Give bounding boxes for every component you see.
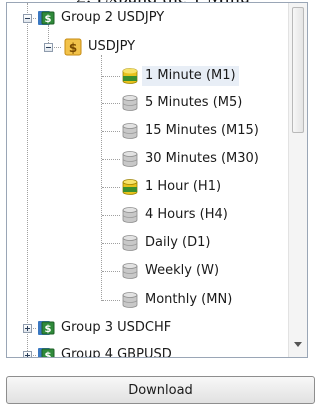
timeframe-label: Weekly (W) [145,263,220,278]
tree-connector [102,76,120,77]
tree-connector [102,243,120,244]
group-money-icon: $ [38,11,55,25]
database-yellow-icon [122,68,138,84]
tree-guide-line-symbol [101,55,102,301]
database-yellow-icon [122,179,138,195]
expand-toggle-group-3[interactable] [23,324,32,333]
tree-connector [102,159,120,160]
scrollbar-thumb[interactable] [292,7,304,133]
tree-connector [102,103,120,104]
tree-item-timeframe-m5[interactable]: 5 Minutes (M5) [121,91,245,115]
scroll-down-arrow-icon[interactable] [294,342,302,347]
svg-text:$: $ [69,41,77,55]
timeframe-label: Daily (D1) [145,235,211,250]
tree-item-timeframe-h1[interactable]: 1 Hour (H1) [121,175,224,199]
database-gray-icon [122,207,138,223]
svg-text:$: $ [45,14,52,25]
svg-text:$: $ [45,324,52,335]
tree-item-group-2[interactable]: $ Group 2 USDJPY [37,6,167,30]
tree-connector [102,187,120,188]
database-gray-icon [122,151,138,167]
timeframe-label: 5 Minutes (M5) [145,95,243,110]
tree-item-timeframe-m1[interactable]: 1 Minute (M1) [121,64,239,88]
tree-item-timeframe-m30[interactable]: 30 Minutes (M30) [121,147,262,171]
vertical-scrollbar[interactable] [288,3,307,357]
database-gray-icon [122,95,138,111]
dollar-icon: $ [64,38,82,56]
timeframe-label: 30 Minutes (M30) [145,151,259,166]
tree-connector [102,300,120,301]
history-center-panel: 2. Expand the 1 Minu $ Group 2 USDJPY [0,0,326,408]
group-3-label: Group 3 USDCHF [61,320,172,335]
group-4-label: Group 4 GBPUSD [61,347,172,357]
tree-item-symbol-usdjpy[interactable]: $ USDJPY [64,35,138,59]
tree-item-timeframe-m15[interactable]: 15 Minutes (M15) [121,119,262,143]
database-gray-icon [122,292,138,308]
group-2-label: Group 2 USDJPY [61,10,165,25]
timeframe-label: 4 Hours (H4) [145,207,228,222]
tree-connector [102,131,120,132]
tree-item-group-4[interactable]: $ Group 4 GBPUSD [37,343,175,357]
timeframe-label: Monthly (MN) [145,292,233,307]
svg-text:$: $ [45,351,52,357]
timeframe-label: 1 Hour (H1) [145,179,222,194]
download-button[interactable]: Download [6,376,315,404]
database-gray-icon [122,123,138,139]
collapse-toggle-group-2[interactable] [23,14,32,23]
database-gray-icon [122,263,138,279]
tree-content: $ Group 2 USDJPY $ USDJPY 1 Minute (M1) … [7,3,289,357]
tree-item-timeframe-h4[interactable]: 4 Hours (H4) [121,203,231,227]
database-gray-icon [122,235,138,251]
expand-toggle-group-4[interactable] [23,351,32,357]
tree-item-timeframe-mn[interactable]: Monthly (MN) [121,288,235,312]
tree-connector [102,215,120,216]
symbol-label: USDJPY [88,39,136,54]
tree-item-group-3[interactable]: $ Group 3 USDCHF [37,316,174,340]
tree-guide-line-root [27,3,28,357]
timeframe-label: 15 Minutes (M15) [145,123,259,138]
group-money-icon: $ [38,348,55,357]
tree-item-timeframe-w1[interactable]: Weekly (W) [121,259,222,283]
group-money-icon: $ [38,321,55,335]
tree-item-timeframe-d1[interactable]: Daily (D1) [121,231,213,255]
tree-connector [102,271,120,272]
timeframe-label: 1 Minute (M1) [142,66,239,86]
collapse-toggle-usdjpy[interactable] [44,43,53,52]
symbols-tree[interactable]: $ Group 2 USDJPY $ USDJPY 1 Minute (M1) … [6,2,308,358]
